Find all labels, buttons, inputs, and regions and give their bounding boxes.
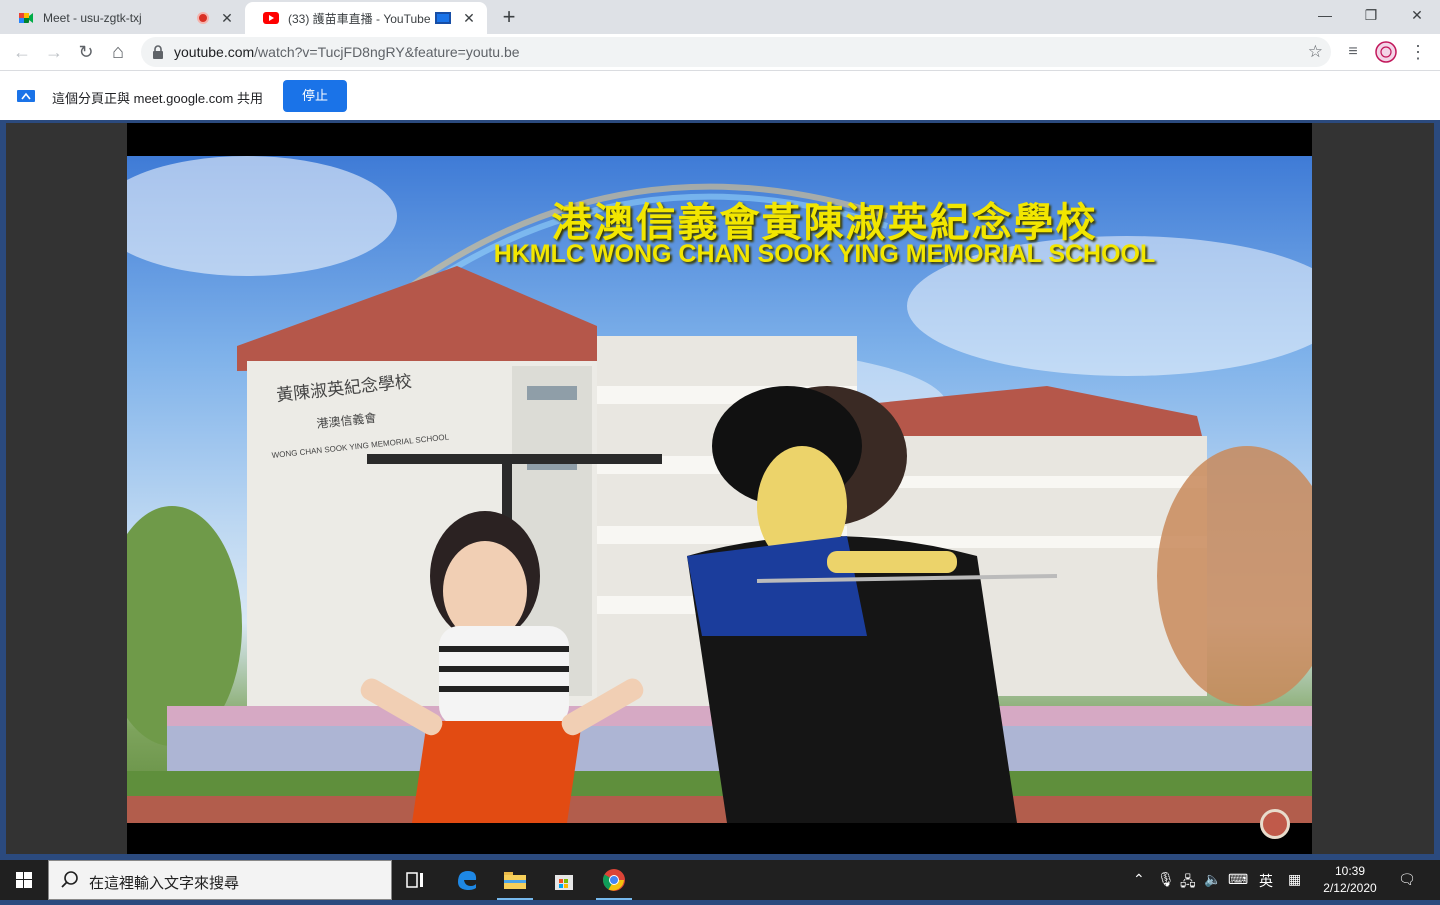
address-bar[interactable]: youtube.com/watch?v=TucjFD8ngRY&feature=…: [141, 37, 1331, 67]
clock-time: 10:39: [1334, 864, 1366, 878]
clock-date: 2/12/2020: [1323, 881, 1377, 895]
tab-title: Meet - usu-zgtk-txj: [43, 11, 142, 25]
close-window-button[interactable]: ✕: [1394, 2, 1440, 30]
minimize-button[interactable]: —: [1302, 2, 1348, 30]
video-frame[interactable]: 黃陳淑英紀念學校 港澳信義會 WONG CHAN SOOK YING MEMOR…: [127, 156, 1312, 823]
system-clock[interactable]: 10:39 2/12/2020: [1314, 863, 1386, 897]
browser-menu-icon[interactable]: ⋮: [1407, 41, 1429, 63]
running-track: [127, 796, 1312, 823]
windows-taskbar: 在這裡輸入文字來搜尋 ⌃ 🎙 🖧 🔈 ⌨ 英 ▦ 10:39 2/12/2020…: [0, 860, 1440, 900]
restore-button[interactable]: ❐: [1348, 2, 1394, 30]
new-tab-button[interactable]: +: [497, 6, 521, 30]
puppet-rod: [367, 454, 662, 464]
recording-icon: [197, 12, 209, 24]
bookmark-star-icon[interactable]: ☆: [1308, 42, 1323, 62]
taskbar-chrome[interactable]: [590, 860, 638, 900]
edge-icon: [458, 871, 477, 890]
ime-mode-icon[interactable]: ▦: [1288, 871, 1301, 888]
tray-overflow-icon[interactable]: ⌃: [1133, 871, 1145, 888]
taskbar-search-box[interactable]: 在這裡輸入文字來搜尋: [48, 860, 392, 900]
google-meet-icon: [19, 13, 33, 23]
tab-youtube[interactable]: (33) 護苗車直播 - YouTube ✕: [245, 2, 487, 34]
close-tab-icon[interactable]: ✕: [461, 10, 477, 26]
page-content: 黃陳淑英紀念學校 港澳信義會 WONG CHAN SOOK YING MEMOR…: [6, 123, 1434, 854]
search-icon: [61, 871, 78, 888]
notification-center-icon[interactable]: 🗨: [1398, 871, 1416, 888]
folder-icon: [504, 872, 526, 889]
taskbar-file-explorer[interactable]: [491, 860, 539, 900]
share-message: 這個分頁正與 meet.google.com 共用: [52, 91, 263, 106]
ime-indicator[interactable]: 英: [1259, 871, 1273, 891]
url-text: youtube.com/watch?v=TucjFD8ngRY&feature=…: [174, 44, 520, 60]
reload-button[interactable]: ↻: [73, 39, 99, 65]
back-button[interactable]: ←: [9, 39, 35, 65]
network-icon[interactable]: 🖧: [1180, 871, 1196, 895]
video-title-english: HKMLC WONG CHAN SOOK YING MEMORIAL SCHOO…: [493, 240, 1156, 268]
close-tab-icon[interactable]: ✕: [219, 10, 235, 26]
media-controls-icon[interactable]: ≡: [1342, 41, 1364, 63]
video-player[interactable]: 黃陳淑英紀念學校 港澳信義會 WONG CHAN SOOK YING MEMOR…: [127, 123, 1312, 854]
forward-button[interactable]: →: [41, 39, 67, 65]
tab-strip: Meet - usu-zgtk-txj ✕ (33) 護苗車直播 - YouTu…: [0, 0, 1440, 34]
screen-share-infobar: 這個分頁正與 meet.google.com 共用 停止: [0, 70, 1440, 120]
keyboard-icon[interactable]: ⌨: [1228, 871, 1248, 888]
channel-watermark-icon[interactable]: [1260, 809, 1290, 839]
store-icon: [555, 875, 573, 890]
windows-logo-icon: [16, 872, 32, 888]
chrome-icon: [603, 869, 625, 891]
youtube-icon: [263, 12, 279, 24]
browser-toolbar: ← → ↻ ⌂ youtube.com/watch?v=TucjFD8ngRY&…: [0, 34, 1440, 70]
search-placeholder: 在這裡輸入文字來搜尋: [89, 875, 240, 892]
task-view-button[interactable]: [392, 860, 440, 900]
tab-cast-icon: [435, 12, 451, 24]
microphone-icon[interactable]: 🎙: [1157, 871, 1175, 888]
stop-sharing-button[interactable]: 停止: [283, 80, 347, 112]
task-view-icon: [406, 872, 423, 888]
screen-share-icon: [17, 90, 35, 102]
taskbar-edge[interactable]: [443, 860, 491, 900]
volume-icon[interactable]: 🔈: [1204, 871, 1221, 888]
taskbar-store[interactable]: [540, 860, 588, 900]
lock-icon: [153, 45, 163, 59]
start-button[interactable]: [0, 860, 48, 900]
profile-avatar[interactable]: [1375, 41, 1397, 63]
tab-title: (33) 護苗車直播 - YouTube: [288, 11, 431, 26]
tab-meet[interactable]: Meet - usu-zgtk-txj ✕: [0, 2, 245, 34]
home-button[interactable]: ⌂: [105, 39, 131, 65]
